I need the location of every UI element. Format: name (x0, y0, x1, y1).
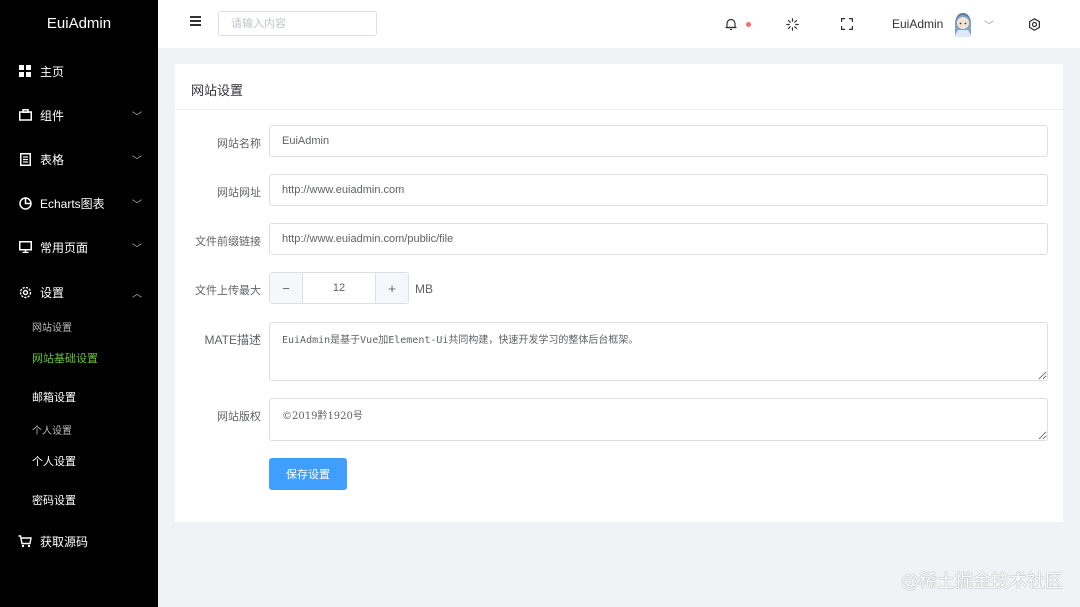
chevron-up-icon: ︿ (132, 289, 142, 300)
meta-description-textarea[interactable]: EuiAdmin是基于Vue加Element-Ui共同构建，快速开发学习的整体后… (269, 322, 1048, 381)
settings-icon[interactable] (1027, 17, 1041, 31)
loading-icon[interactable] (785, 17, 799, 31)
monitor-icon (18, 240, 32, 254)
sidebar-item-settings[interactable]: 设置 ︿ (0, 277, 158, 307)
field-label-site-name: 网站名称 (217, 138, 261, 150)
sidebar-subitem-personal-settings[interactable]: 个人设置 (32, 453, 76, 469)
stepper-value[interactable]: 12 (303, 273, 375, 303)
grid-icon (18, 64, 32, 78)
chevron-down-icon[interactable]: ﹀ (984, 17, 994, 32)
top-header: EuiAdmin ﹀ (158, 0, 1080, 48)
upload-max-stepper: − 12 + (269, 272, 409, 304)
chevron-down-icon: ﹀ (132, 200, 142, 211)
sidebar-subitem-email-settings[interactable]: 邮箱设置 (32, 389, 76, 405)
site-url-input[interactable] (269, 174, 1048, 206)
sidebar-item-label: 组件 (40, 108, 65, 123)
bell-icon[interactable] (724, 17, 738, 31)
menu-icon[interactable] (190, 16, 201, 26)
field-label-file-prefix: 文件前缀链接 (195, 236, 261, 248)
sidebar-item-tables[interactable]: 表格 ﹀ (0, 144, 158, 174)
field-label-site-url: 网站网址 (217, 187, 261, 199)
sidebar-subitem-personal-group[interactable]: 个人设置 (32, 422, 72, 437)
search-input[interactable] (218, 11, 377, 36)
field-label-upload-max: 文件上传最大 (195, 285, 261, 297)
document-icon (18, 152, 32, 166)
avatar[interactable] (952, 11, 974, 37)
field-label-meta-description: MATE描述 (204, 333, 261, 347)
user-name[interactable]: EuiAdmin (892, 17, 943, 31)
brand-logo[interactable]: EuiAdmin (0, 0, 158, 48)
sidebar-item-echarts[interactable]: Echarts图表 ﹀ (0, 188, 158, 218)
sidebar-subitem-site-basic-settings[interactable]: 网站基础设置 (32, 350, 98, 366)
sidebar: EuiAdmin 主页 组件 ﹀ 表格 ﹀ Echarts图表 ﹀ 常用页面 ﹀ (0, 0, 158, 607)
file-prefix-input[interactable] (269, 223, 1048, 255)
chevron-down-icon: ﹀ (132, 112, 142, 123)
cart-icon (18, 534, 32, 548)
unit-label: MB (415, 282, 433, 296)
field-label-copyright: 网站版权 (217, 411, 261, 423)
sidebar-item-common-pages[interactable]: 常用页面 ﹀ (0, 232, 158, 262)
sidebar-item-components[interactable]: 组件 ﹀ (0, 100, 158, 130)
increment-button[interactable]: + (375, 273, 408, 303)
site-name-input[interactable] (269, 125, 1048, 157)
gear-icon (18, 285, 32, 299)
sidebar-item-label: 表格 (40, 152, 65, 167)
pie-chart-icon (18, 196, 32, 210)
copyright-textarea[interactable]: ©2019黔1920号 (269, 398, 1048, 441)
sidebar-item-label: 主页 (40, 64, 65, 79)
sidebar-subitem-site-settings[interactable]: 网站设置 (32, 319, 72, 334)
divider (175, 109, 1063, 110)
sidebar-item-label: 设置 (40, 285, 65, 300)
sidebar-subitem-password-settings[interactable]: 密码设置 (32, 492, 76, 508)
fullscreen-icon[interactable] (840, 17, 854, 31)
chevron-down-icon: ﹀ (132, 156, 142, 167)
sidebar-item-home[interactable]: 主页 (0, 56, 158, 86)
briefcase-icon (18, 108, 32, 122)
watermark: @稀土掘金技术社区 (901, 571, 1063, 592)
sidebar-item-get-source[interactable]: 获取源码 (0, 526, 158, 556)
sidebar-item-label: 获取源码 (40, 534, 89, 549)
chevron-down-icon: ﹀ (132, 244, 142, 255)
decrement-button[interactable]: − (270, 273, 303, 303)
sidebar-item-label: 常用页面 (40, 240, 89, 255)
card-title: 网站设置 (191, 83, 244, 98)
sidebar-item-label: Echarts图表 (40, 196, 105, 211)
save-button[interactable]: 保存设置 (269, 458, 347, 490)
notification-dot (746, 22, 751, 27)
site-settings-card: 网站设置 网站名称 网站网址 文件前缀链接 文件上传最大 − 12 + MB M… (175, 64, 1063, 522)
